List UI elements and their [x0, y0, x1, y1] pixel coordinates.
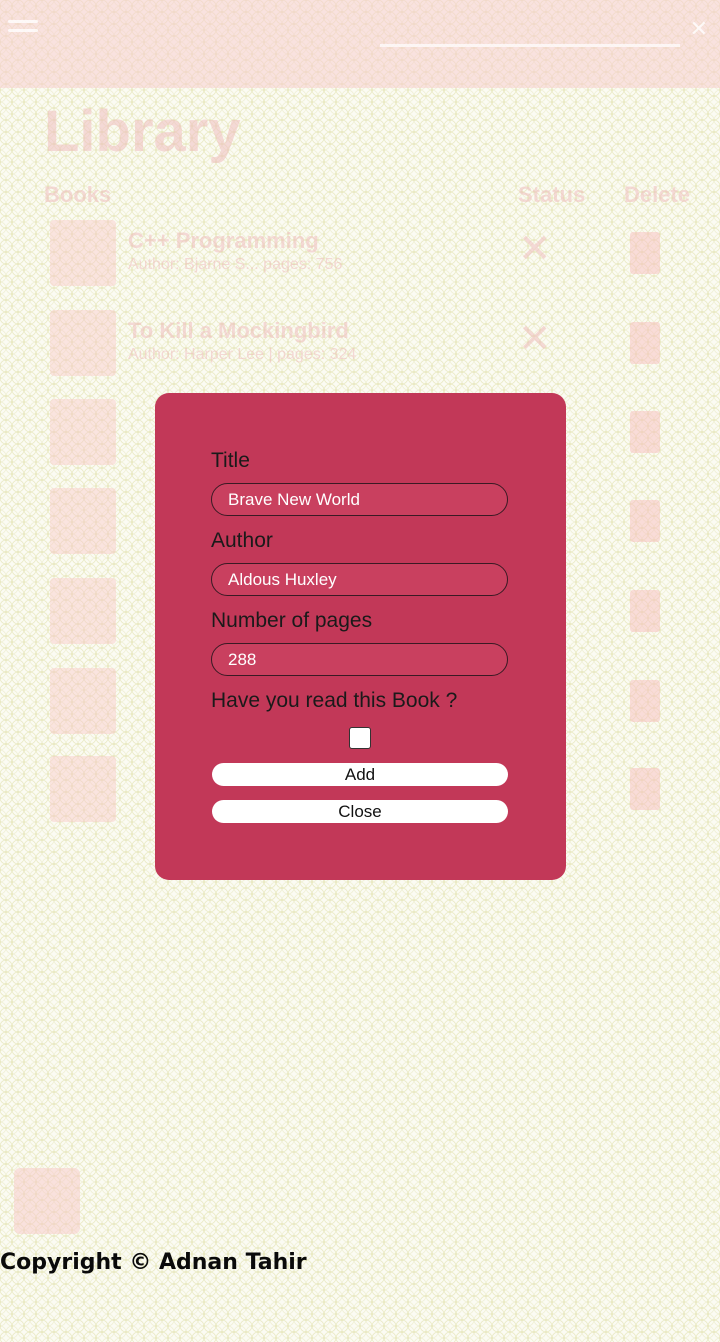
close-icon[interactable]: ✕: [690, 16, 708, 42]
book-meta: Author: Harper Lee | pages: 324: [128, 346, 357, 363]
add-book-dialog: Title Author Number of pages Have you re…: [155, 393, 566, 880]
add-book-fab[interactable]: [14, 1168, 80, 1234]
top-bar-divider: [380, 44, 680, 47]
column-header-books: Books: [44, 182, 112, 207]
book-thumbnail: [50, 399, 116, 465]
top-bar: ✕: [0, 0, 720, 88]
delete-icon[interactable]: [630, 590, 660, 632]
column-header-status: Status: [518, 182, 586, 207]
book-thumbnail: [50, 488, 116, 554]
not-read-icon[interactable]: ✕: [518, 226, 552, 272]
book-title: C++ Programming: [128, 228, 319, 253]
book-thumbnail: [50, 220, 116, 286]
book-thumbnail: [50, 756, 116, 822]
copyright-footer: Copyright © Adnan Tahir: [0, 1250, 307, 1275]
delete-icon[interactable]: [630, 500, 660, 542]
pages-input[interactable]: [211, 643, 508, 676]
book-thumbnail: [50, 578, 116, 644]
delete-icon[interactable]: [630, 232, 660, 274]
delete-icon[interactable]: [630, 768, 660, 810]
pages-label: Number of pages: [211, 609, 373, 632]
book-thumbnail: [50, 668, 116, 734]
book-title: To Kill a Mockingbird: [128, 318, 349, 343]
title-input[interactable]: [211, 483, 508, 516]
author-label: Author: [211, 529, 273, 552]
read-status-label: Have you read this Book ?: [211, 689, 458, 712]
book-thumbnail: [50, 310, 116, 376]
close-button[interactable]: Close: [212, 800, 508, 823]
not-read-icon[interactable]: ✕: [518, 316, 552, 362]
page-title: Library: [44, 99, 241, 164]
delete-icon[interactable]: [630, 322, 660, 364]
menu-icon[interactable]: [8, 14, 38, 38]
delete-icon[interactable]: [630, 680, 660, 722]
add-button[interactable]: Add: [212, 763, 508, 786]
book-meta: Author: Bjarne S... pages: 756: [128, 256, 343, 273]
read-status-checkbox[interactable]: [349, 727, 371, 749]
title-label: Title: [211, 449, 250, 472]
delete-icon[interactable]: [630, 411, 660, 453]
author-input[interactable]: [211, 563, 508, 596]
column-header-delete: Delete: [624, 182, 691, 207]
